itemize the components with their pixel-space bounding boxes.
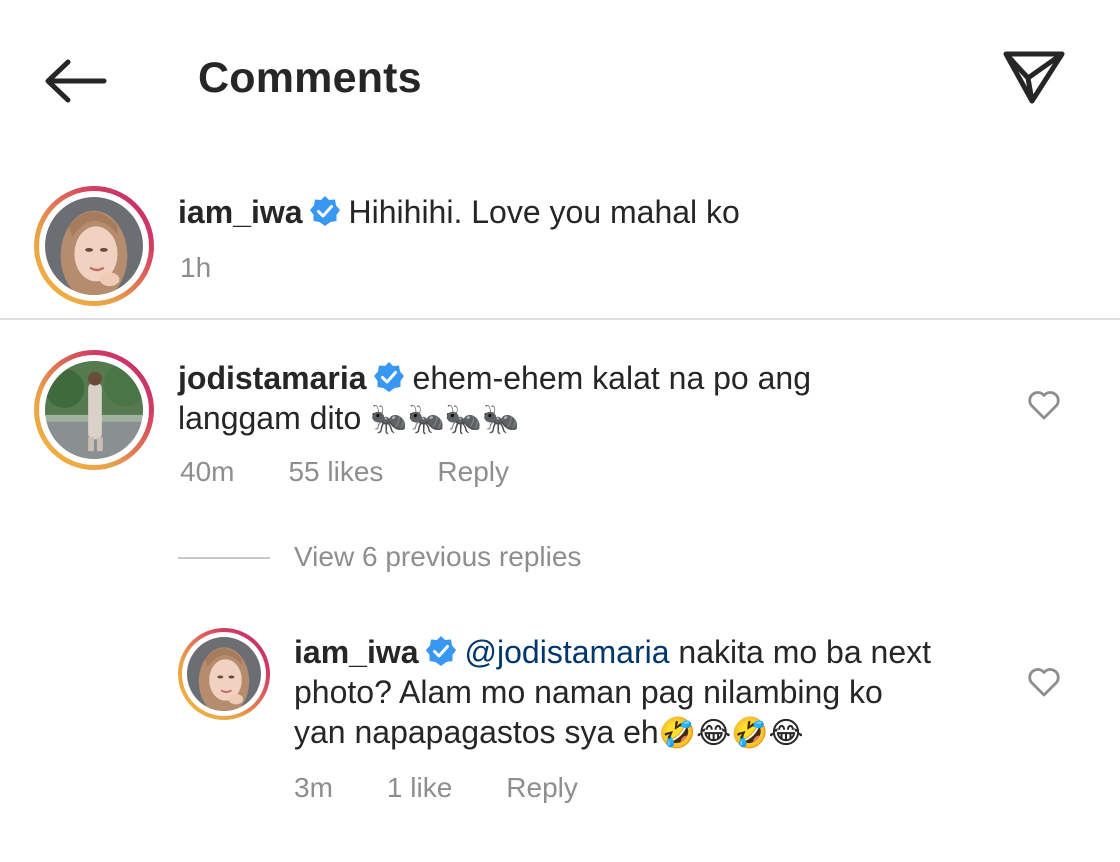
laughing-emojis: 🤣😂🤣😂: [658, 717, 804, 750]
reply-button[interactable]: Reply: [437, 456, 509, 487]
like-count[interactable]: 55 likes: [288, 456, 383, 487]
profile-photo: [45, 197, 143, 295]
page-title: Comments: [198, 54, 422, 102]
username[interactable]: iam_iwa: [178, 194, 303, 230]
reply-meta: 3m 1 like Reply: [294, 772, 632, 804]
paper-plane-icon[interactable]: [1002, 48, 1066, 106]
profile-photo: [45, 361, 143, 459]
comment-body-line-2: langgam dito: [178, 400, 362, 436]
comment-meta: 40m 55 likes Reply: [180, 456, 563, 488]
avatar[interactable]: [34, 350, 154, 470]
verified-badge-icon: [425, 636, 456, 666]
comment-body: Hihihihi. Love you mahal ko: [348, 194, 740, 230]
view-replies-link[interactable]: View 6 previous replies: [294, 541, 581, 573]
username[interactable]: iam_iwa: [294, 634, 419, 670]
timestamp: 40m: [180, 456, 235, 487]
divider: [0, 318, 1120, 320]
avatar[interactable]: [34, 186, 154, 306]
like-count[interactable]: 1 like: [387, 772, 452, 803]
heart-icon[interactable]: [1027, 666, 1061, 698]
verified-badge-icon: [309, 196, 340, 226]
avatar[interactable]: [178, 628, 270, 720]
comment-text: jodistamaria ehem-ehem kalat na po ang la…: [178, 358, 811, 438]
reply-body-line-1: nakita mo ba next: [678, 634, 931, 670]
ant-emojis: 🐜🐜🐜🐜: [370, 403, 520, 436]
caption-text: iam_iwa Hihihihi. Love you mahal ko: [178, 192, 740, 232]
verified-badge-icon: [373, 362, 404, 392]
header-bar: Comments: [0, 0, 1120, 160]
reply-text: iam_iwa @jodistamaria nakita mo ba next p…: [294, 632, 931, 752]
comment-body-line-1: ehem-ehem kalat na po ang: [412, 360, 811, 396]
reply-body-line-2: photo? Alam mo naman pag nilambing ko: [294, 674, 883, 710]
heart-icon[interactable]: [1027, 389, 1061, 421]
arrow-left-icon[interactable]: [42, 56, 108, 106]
username[interactable]: jodistamaria: [178, 360, 367, 396]
timestamp: 1h: [180, 252, 212, 283]
mention-link[interactable]: @jodistamaria: [465, 634, 670, 670]
reply-button[interactable]: Reply: [506, 772, 578, 803]
reply-body-line-3: yan napapagastos sya eh: [294, 714, 659, 750]
replies-divider-line: [178, 557, 270, 559]
timestamp: 3m: [294, 772, 333, 803]
profile-photo: [187, 637, 261, 711]
caption-meta: 1h: [180, 252, 265, 284]
